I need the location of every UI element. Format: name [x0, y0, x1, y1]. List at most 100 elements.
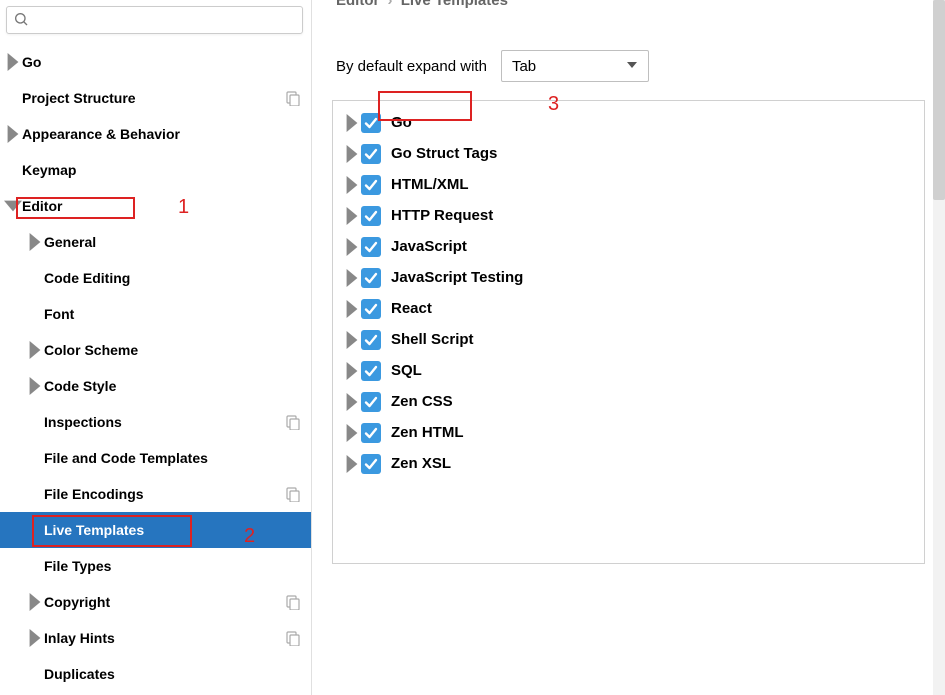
sidebar-item-copyright[interactable]: Copyright — [0, 584, 311, 620]
template-checkbox[interactable] — [361, 113, 381, 133]
sidebar-item-project-structure[interactable]: Project Structure — [0, 80, 311, 116]
sidebar-item-label: General — [44, 234, 311, 250]
chevron-right-icon[interactable] — [343, 393, 361, 411]
chevron-right-icon[interactable] — [26, 341, 44, 359]
templates-panel: Go Go Struct Tags HTML/XML HTTP Request Java… — [332, 100, 925, 564]
template-group-go[interactable]: Go — [333, 107, 924, 138]
template-group-label: React — [391, 300, 432, 317]
template-checkbox[interactable] — [361, 392, 381, 412]
template-checkbox[interactable] — [361, 423, 381, 443]
template-group-react[interactable]: React — [333, 293, 924, 324]
chevron-right-icon[interactable] — [26, 233, 44, 251]
project-level-icon — [285, 594, 301, 610]
expand-with-label: By default expand with — [336, 58, 487, 75]
settings-tree: Go Project Structure Appearance & Behavior… — [0, 44, 311, 695]
sidebar-item-inlay-hints[interactable]: Inlay Hints — [0, 620, 311, 656]
chevron-right-icon[interactable] — [343, 176, 361, 194]
expand-with-value: Tab — [512, 58, 536, 75]
sidebar-item-label: Color Scheme — [44, 342, 311, 358]
template-group-label: SQL — [391, 362, 422, 379]
sidebar-item-file-types[interactable]: File Types — [0, 548, 311, 584]
sidebar-item-label: Editor — [22, 198, 311, 214]
sidebar-item-font[interactable]: Font — [0, 296, 311, 332]
search-box[interactable] — [6, 6, 303, 34]
search-input[interactable] — [33, 12, 296, 28]
sidebar-item-editor[interactable]: Editor — [0, 188, 311, 224]
sidebar-item-label: Project Structure — [22, 90, 285, 106]
chevron-down-icon — [626, 58, 638, 74]
sidebar-item-label: Appearance & Behavior — [22, 126, 311, 142]
sidebar-item-general[interactable]: General — [0, 224, 311, 260]
template-group-http-request[interactable]: HTTP Request — [333, 200, 924, 231]
sidebar-item-live-templates[interactable]: Live Templates — [0, 512, 311, 548]
chevron-right-icon[interactable] — [343, 331, 361, 349]
template-group-label: JavaScript Testing — [391, 269, 523, 286]
sidebar-item-label: File and Code Templates — [44, 450, 311, 466]
sidebar-item-appearance-behavior[interactable]: Appearance & Behavior — [0, 116, 311, 152]
template-group-zen-xsl[interactable]: Zen XSL — [333, 448, 924, 479]
sidebar-item-code-style[interactable]: Code Style — [0, 368, 311, 404]
chevron-down-icon[interactable] — [4, 197, 22, 215]
template-group-html-xml[interactable]: HTML/XML — [333, 169, 924, 200]
breadcrumb-live-templates: Live Templates — [401, 0, 508, 9]
template-group-label: Shell Script — [391, 331, 474, 348]
template-group-shell-script[interactable]: Shell Script — [333, 324, 924, 355]
template-checkbox[interactable] — [361, 268, 381, 288]
chevron-right-icon[interactable] — [4, 53, 22, 71]
sidebar-item-label: Live Templates — [44, 522, 311, 538]
sidebar-item-label: Copyright — [44, 594, 285, 610]
project-level-icon — [285, 486, 301, 502]
chevron-right-icon[interactable] — [343, 455, 361, 473]
template-checkbox[interactable] — [361, 144, 381, 164]
chevron-right-icon[interactable] — [26, 629, 44, 647]
template-checkbox[interactable] — [361, 206, 381, 226]
chevron-right-icon[interactable] — [343, 207, 361, 225]
sidebar-item-file-encodings[interactable]: File Encodings — [0, 476, 311, 512]
template-group-javascript[interactable]: JavaScript — [333, 231, 924, 262]
search-icon — [13, 11, 29, 30]
template-checkbox[interactable] — [361, 237, 381, 257]
sidebar-item-label: Go — [22, 54, 311, 70]
template-group-zen-html[interactable]: Zen HTML — [333, 417, 924, 448]
sidebar-item-inspections[interactable]: Inspections — [0, 404, 311, 440]
template-group-label: Go Struct Tags — [391, 145, 497, 162]
template-group-label: JavaScript — [391, 238, 467, 255]
sidebar-item-label: Code Style — [44, 378, 311, 394]
expand-with-dropdown[interactable]: Tab — [501, 50, 649, 82]
sidebar-item-duplicates[interactable]: Duplicates — [0, 656, 311, 692]
expand-with-row: By default expand with Tab — [336, 50, 925, 82]
chevron-right-icon[interactable] — [343, 114, 361, 132]
template-checkbox[interactable] — [361, 299, 381, 319]
chevron-right-icon[interactable] — [343, 300, 361, 318]
chevron-right-icon[interactable] — [343, 145, 361, 163]
chevron-right-icon[interactable] — [343, 362, 361, 380]
template-checkbox[interactable] — [361, 361, 381, 381]
template-checkbox[interactable] — [361, 454, 381, 474]
sidebar-item-keymap[interactable]: Keymap — [0, 152, 311, 188]
chevron-right-icon[interactable] — [343, 238, 361, 256]
template-group-label: HTML/XML — [391, 176, 468, 193]
sidebar-item-label: Duplicates — [44, 666, 311, 682]
template-checkbox[interactable] — [361, 175, 381, 195]
template-group-go-struct-tags[interactable]: Go Struct Tags — [333, 138, 924, 169]
template-checkbox[interactable] — [361, 330, 381, 350]
settings-sidebar: Go Project Structure Appearance & Behavior… — [0, 0, 312, 695]
sidebar-item-file-and-code-templates[interactable]: File and Code Templates — [0, 440, 311, 476]
sidebar-item-color-scheme[interactable]: Color Scheme — [0, 332, 311, 368]
chevron-right-icon[interactable] — [4, 125, 22, 143]
template-group-label: Zen XSL — [391, 455, 451, 472]
sidebar-item-label: Keymap — [22, 162, 311, 178]
chevron-right-icon[interactable] — [343, 424, 361, 442]
chevron-right-icon[interactable] — [26, 593, 44, 611]
chevron-right-icon[interactable] — [343, 269, 361, 287]
template-group-zen-css[interactable]: Zen CSS — [333, 386, 924, 417]
breadcrumb-editor[interactable]: Editor — [336, 0, 379, 9]
chevron-right-icon[interactable] — [26, 377, 44, 395]
project-level-icon — [285, 630, 301, 646]
settings-content: Editor › Live Templates By default expan… — [312, 0, 945, 695]
sidebar-item-code-editing[interactable]: Code Editing — [0, 260, 311, 296]
sidebar-item-go[interactable]: Go — [0, 44, 311, 80]
template-group-javascript-testing[interactable]: JavaScript Testing — [333, 262, 924, 293]
sidebar-item-label: File Types — [44, 558, 311, 574]
template-group-sql[interactable]: SQL — [333, 355, 924, 386]
